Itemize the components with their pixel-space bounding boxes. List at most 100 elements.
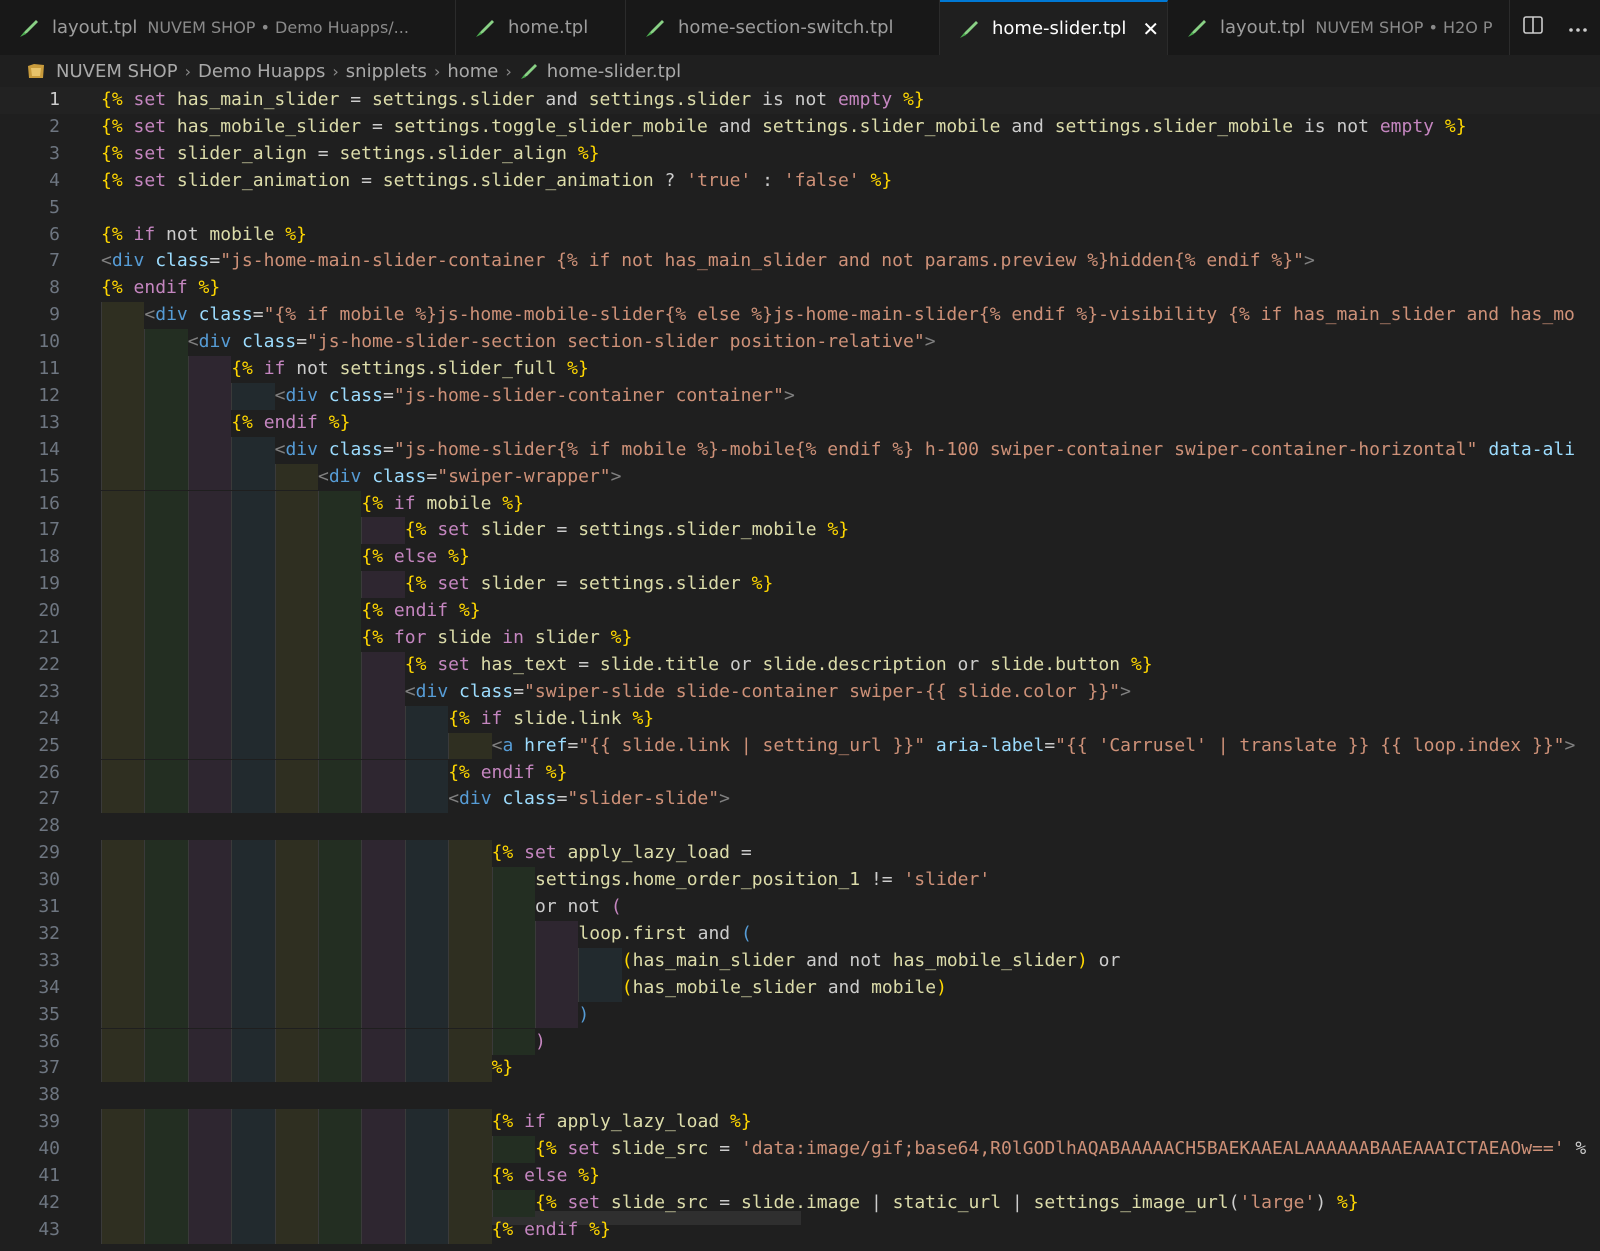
code-line[interactable]: 37%} xyxy=(0,1055,1600,1083)
code-line[interactable]: 40 {% set slide_src = 'data:image/gif;bas… xyxy=(0,1136,1600,1163)
code-line[interactable]: 11 {% if not settings.slider_full %} xyxy=(0,356,1600,383)
line-number[interactable]: 32 xyxy=(0,921,60,948)
code-line[interactable]: 30 settings.home_order_position_1 != 'sli… xyxy=(0,867,1600,894)
line-number[interactable]: 31 xyxy=(0,894,60,921)
code-line[interactable]: 16 {% if mobile %} xyxy=(0,490,1600,518)
line-number[interactable]: 21 xyxy=(0,625,60,652)
line-number[interactable]: 18 xyxy=(0,544,60,571)
line-number[interactable]: 11 xyxy=(0,356,60,383)
code-line[interactable]: 31 or not ( xyxy=(0,894,1600,921)
tab-layout-tpl[interactable]: layout.tpl NUVEM SHOP • H2O P xyxy=(1168,0,1510,55)
code-line[interactable]: 39 {% if apply_lazy_load %} xyxy=(0,1109,1600,1137)
line-number[interactable]: 24 xyxy=(0,706,60,733)
code-line[interactable]: 24 {% if slide.link %} xyxy=(0,705,1600,733)
code-line[interactable]: 6 {% if not mobile %} xyxy=(0,222,1600,249)
code-line[interactable]: 9 <div class="{% if mobile %}js-home-mobi… xyxy=(0,302,1600,330)
code-line[interactable]: 22 {% set has_text = slide.title or slide… xyxy=(0,651,1600,679)
code-line[interactable]: 33 (has_main_slider and not has_mobile_sl… xyxy=(0,947,1600,975)
line-number[interactable]: 35 xyxy=(0,1002,60,1029)
line-number[interactable]: 14 xyxy=(0,437,60,464)
code-line[interactable]: 2 {% set has_mobile_slider = settings.tog… xyxy=(0,114,1600,141)
code-line[interactable]: 15 <div class="swiper-wrapper"> xyxy=(0,463,1600,491)
code-line[interactable]: 26 {% endif %} xyxy=(0,759,1600,787)
line-number[interactable]: 42 xyxy=(0,1190,60,1217)
code-line[interactable]: 35) xyxy=(0,1001,1600,1029)
code-line[interactable]: 18 {% else %} xyxy=(0,544,1600,572)
tab-layout-tpl[interactable]: layout.tpl NUVEM SHOP • Demo Huapps/... xyxy=(0,0,456,55)
code-line[interactable]: 19 {% set slider = settings.slider %} xyxy=(0,571,1600,599)
line-number[interactable]: 12 xyxy=(0,383,60,410)
line-number[interactable]: 28 xyxy=(0,813,60,840)
line-number[interactable]: 15 xyxy=(0,464,60,491)
line-number[interactable]: 39 xyxy=(0,1109,60,1136)
line-number[interactable]: 43 xyxy=(0,1217,60,1244)
code-editor[interactable]: 1 {% set has_main_slider = settings.slide… xyxy=(0,87,1600,1251)
more-actions-icon[interactable] xyxy=(1568,17,1588,38)
close-icon[interactable]: ✕ xyxy=(1142,17,1159,41)
code-line[interactable]: 1 {% set has_main_slider = settings.slide… xyxy=(0,87,1600,114)
code-line[interactable]: 8 {% endif %} xyxy=(0,275,1600,302)
code-line[interactable]: 29 {% set apply_lazy_load = xyxy=(0,840,1600,868)
line-number[interactable]: 20 xyxy=(0,598,60,625)
code-line[interactable]: 25 <a href="{{ slide.link | setting_url }… xyxy=(0,732,1600,760)
line-number[interactable]: 22 xyxy=(0,652,60,679)
line-number[interactable]: 5 xyxy=(0,195,60,222)
line-number[interactable]: 9 xyxy=(0,302,60,329)
code-line[interactable]: 4 {% set slider_animation = settings.slid… xyxy=(0,168,1600,195)
line-number[interactable]: 30 xyxy=(0,867,60,894)
line-number[interactable]: 10 xyxy=(0,329,60,356)
code-line[interactable]: 21 {% for slide in slider %} xyxy=(0,625,1600,652)
line-number[interactable]: 27 xyxy=(0,786,60,813)
line-number[interactable]: 25 xyxy=(0,733,60,760)
code-line[interactable]: 10 <div class="js-home-slider-section sec… xyxy=(0,329,1600,356)
line-number[interactable]: 26 xyxy=(0,760,60,787)
code-line[interactable]: 13 {% endif %} xyxy=(0,409,1600,437)
code-line[interactable]: 28 xyxy=(0,813,1600,840)
code-line[interactable]: 5 xyxy=(0,195,1600,222)
line-number[interactable]: 1 xyxy=(0,87,60,114)
line-number[interactable]: 2 xyxy=(0,114,60,141)
tab-home-tpl[interactable]: home.tpl xyxy=(456,0,626,55)
line-number[interactable]: 17 xyxy=(0,517,60,544)
code-line[interactable]: 34 (has_mobile_slider and mobile) xyxy=(0,974,1600,1002)
code-line[interactable]: 3 {% set slider_align = settings.slider_a… xyxy=(0,141,1600,168)
code-line[interactable]: 7 <div class="js-home-main-slider-contain… xyxy=(0,248,1600,275)
line-number[interactable]: 34 xyxy=(0,975,60,1002)
breadcrumb-item[interactable]: home xyxy=(447,61,498,82)
code-line[interactable]: 38 xyxy=(0,1082,1600,1109)
split-editor-icon[interactable] xyxy=(1522,16,1543,39)
line-number[interactable]: 41 xyxy=(0,1163,60,1190)
line-number[interactable]: 29 xyxy=(0,840,60,867)
breadcrumb-item[interactable]: Demo Huapps xyxy=(198,61,325,82)
line-number[interactable]: 38 xyxy=(0,1082,60,1109)
tab-home-section-switch-tpl[interactable]: home-section-switch.tpl xyxy=(626,0,940,55)
code-line[interactable]: 43 {% endif %} xyxy=(0,1216,1600,1244)
code-line[interactable]: 12 <div class="js-home-slider-container c… xyxy=(0,382,1600,410)
line-number[interactable]: 8 xyxy=(0,275,60,302)
line-number[interactable]: 6 xyxy=(0,222,60,249)
line-number[interactable]: 4 xyxy=(0,168,60,195)
line-number[interactable]: 40 xyxy=(0,1136,60,1163)
line-number[interactable]: 36 xyxy=(0,1029,60,1056)
line-number[interactable]: 37 xyxy=(0,1055,60,1082)
line-number[interactable]: 19 xyxy=(0,571,60,598)
code-line[interactable]: 41 {% else %} xyxy=(0,1163,1600,1190)
code-line[interactable]: 32 loop.first and ( xyxy=(0,920,1600,948)
breadcrumb-item-file[interactable]: home-slider.tpl xyxy=(547,61,681,82)
line-number[interactable]: 16 xyxy=(0,491,60,518)
code-line[interactable]: 14 <div class="js-home-slider{% if mobile… xyxy=(0,436,1600,464)
code-line[interactable]: 27 <div class="slider-slide"> xyxy=(0,786,1600,814)
code-line[interactable]: 36) xyxy=(0,1028,1600,1056)
code-line[interactable]: 42 {% set slide_src = slide.image | stati… xyxy=(0,1189,1600,1217)
tab-home-slider-tpl[interactable]: home-slider.tpl ✕ xyxy=(940,0,1168,55)
breadcrumb-item[interactable]: snipplets xyxy=(346,61,427,82)
line-number[interactable]: 13 xyxy=(0,410,60,437)
code-line[interactable]: 17 {% set slider = settings.slider_mobile… xyxy=(0,517,1600,545)
line-number[interactable]: 3 xyxy=(0,141,60,168)
line-number[interactable]: 33 xyxy=(0,948,60,975)
line-number[interactable]: 7 xyxy=(0,248,60,275)
breadcrumb-item[interactable]: NUVEM SHOP xyxy=(56,61,178,82)
code-line[interactable]: 20 {% endif %} xyxy=(0,598,1600,625)
line-number[interactable]: 23 xyxy=(0,679,60,706)
code-line[interactable]: 23 <div class="swiper-slide slide-contain… xyxy=(0,678,1600,706)
